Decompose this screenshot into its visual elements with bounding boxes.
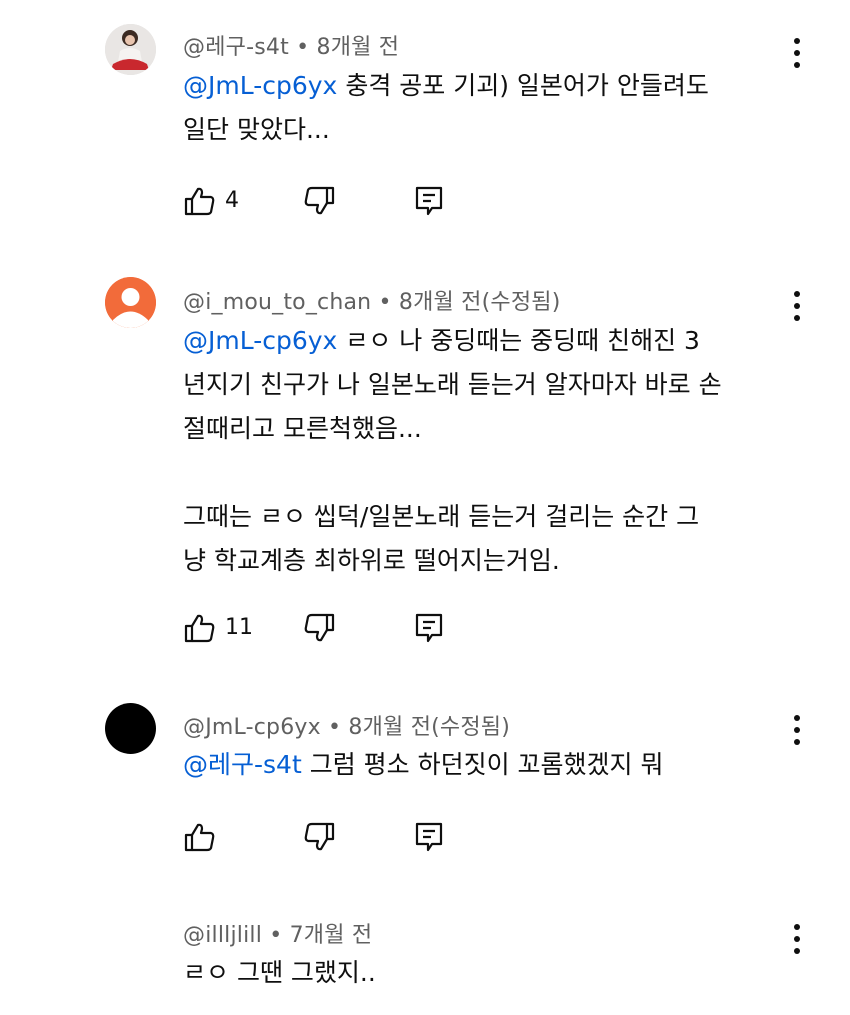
reply-button[interactable]	[412, 820, 446, 854]
comment-meta: @i_mou_to_chan • 8개월 전(수정됨)	[183, 284, 561, 316]
comment-meta: @illljlill • 7개월 전	[183, 917, 372, 949]
comment-meta: @레구-s4t • 8개월 전	[183, 29, 399, 61]
author-name[interactable]: @i_mou_to_chan	[183, 290, 371, 315]
timestamp: 7개월 전	[289, 923, 373, 948]
separator: •	[269, 923, 283, 948]
more-options-icon[interactable]	[784, 36, 810, 70]
comment-line: 그럼 평소 하던짓이 꼬롬했겠지 뭐	[309, 750, 664, 779]
comment-body: @JmL-cp6yx 충격 공포 기괴) 일본어가 안들려도 일단 맞았다...	[183, 64, 709, 152]
comment-body: ㄹㅇ 그땐 그랬지..	[183, 951, 376, 995]
comment-meta: @JmL-cp6yx • 8개월 전(수정됨)	[183, 709, 510, 741]
reply-icon	[415, 822, 443, 852]
author-name[interactable]: @illljlill	[183, 923, 262, 948]
dislike-icon	[304, 822, 335, 851]
reply-button[interactable]	[412, 184, 446, 218]
timestamp: 8개월 전(수정됨)	[398, 290, 561, 315]
reply-button[interactable]	[412, 611, 446, 645]
dislike-icon	[304, 613, 335, 642]
like-icon	[184, 823, 215, 852]
separator: •	[328, 715, 342, 740]
comment-line: ㄹㅇ 그땐 그랬지..	[183, 958, 376, 987]
author-name[interactable]: @레구-s4t	[183, 35, 289, 60]
like-count: 4	[225, 188, 239, 213]
comment-line	[183, 451, 722, 495]
timestamp: 8개월 전	[316, 35, 400, 60]
more-options-icon[interactable]	[784, 289, 810, 323]
comment-line: 절때리고 모른척했음...	[183, 414, 422, 443]
comment-line: 일단 맞았다...	[183, 115, 330, 144]
avatar-photo-icon	[105, 24, 156, 75]
like-button[interactable]	[183, 611, 217, 645]
like-icon	[184, 614, 215, 643]
more-options-icon[interactable]	[784, 922, 810, 956]
reply-icon	[415, 186, 443, 216]
mention-link[interactable]: @JmL-cp6yx	[183, 326, 337, 355]
dislike-button[interactable]	[302, 820, 336, 854]
separator: •	[296, 35, 310, 60]
default-avatar-icon	[105, 277, 156, 328]
like-icon	[184, 187, 215, 216]
separator: •	[378, 290, 392, 315]
comment-line: ㄹㅇ 나 중딩때는 중딩때 친해진 3	[345, 326, 700, 355]
reply-icon	[415, 613, 443, 643]
comment-line: 충격 공포 기괴) 일본어가 안들려도	[345, 71, 709, 100]
like-button[interactable]	[183, 820, 217, 854]
more-options-icon[interactable]	[784, 713, 810, 747]
mention-link[interactable]: @JmL-cp6yx	[183, 71, 337, 100]
timestamp: 8개월 전(수정됨)	[348, 715, 511, 740]
comment-line: 냥 학교계층 최하위로 떨어지는거임.	[183, 546, 560, 575]
comment-line: 그때는 ㄹㅇ 씹덕/일본노래 듣는거 걸리는 순간 그	[183, 502, 700, 531]
avatar[interactable]	[105, 277, 156, 328]
avatar[interactable]	[105, 24, 156, 75]
comment-line: 년지기 친구가 나 일본노래 듣는거 알자마자 바로 손	[183, 370, 722, 399]
dislike-icon	[304, 186, 335, 215]
avatar[interactable]	[105, 703, 156, 754]
author-name[interactable]: @JmL-cp6yx	[183, 715, 321, 740]
like-count: 11	[225, 615, 253, 640]
like-button[interactable]	[183, 184, 217, 218]
dislike-button[interactable]	[302, 184, 336, 218]
comment-body: @레구-s4t 그럼 평소 하던짓이 꼬롬했겠지 뭐	[183, 743, 664, 787]
comment-body: @JmL-cp6yx ㄹㅇ 나 중딩때는 중딩때 친해진 3 년지기 친구가 나…	[183, 319, 722, 583]
mention-link[interactable]: @레구-s4t	[183, 750, 302, 779]
dislike-button[interactable]	[302, 611, 336, 645]
